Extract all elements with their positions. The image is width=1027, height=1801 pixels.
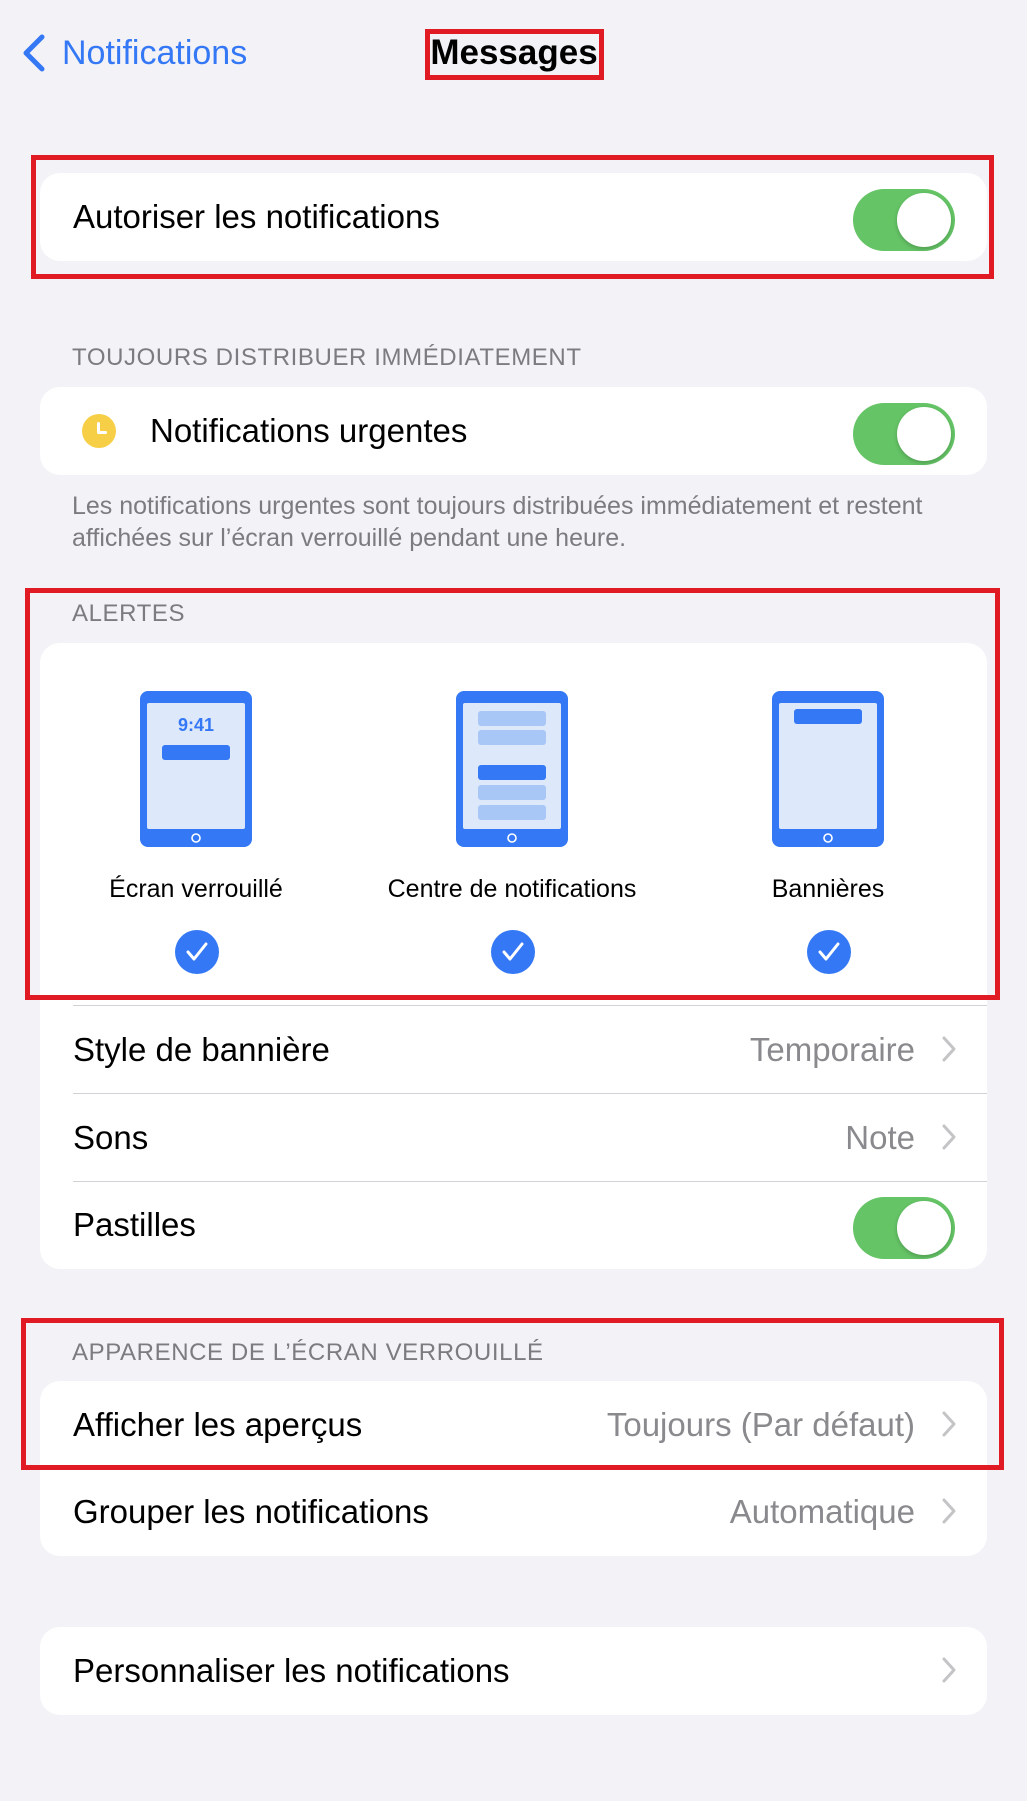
- badges-row: Pastilles: [40, 1181, 987, 1269]
- show-previews-row[interactable]: Afficher les aperçus Toujours (Par défau…: [40, 1381, 987, 1469]
- urgent-footnote: Les notifications urgentes sont toujours…: [72, 492, 923, 552]
- banner-style-row[interactable]: Style de bannière Temporaire: [40, 1006, 987, 1094]
- urgent-notifications-label: Notifications urgentes: [150, 412, 468, 449]
- badges-label: Pastilles: [73, 1206, 196, 1243]
- sounds-value: Note: [845, 1119, 915, 1156]
- banners-device-icon: [772, 691, 884, 847]
- sounds-label: Sons: [73, 1119, 149, 1156]
- allow-notifications-toggle[interactable]: [853, 189, 955, 251]
- back-button[interactable]: Notifications: [22, 30, 247, 76]
- allow-notifications-row: Autoriser les notifications: [40, 173, 987, 261]
- alerts-card: 9:41 Écran verrouillé Centre de notifica…: [40, 643, 987, 1269]
- chevron-right-icon: [942, 1657, 956, 1683]
- banner-style-value: Temporaire: [749, 1031, 915, 1068]
- alert-option-label: Centre de notifications: [387, 875, 637, 903]
- toggle-knob: [897, 193, 951, 247]
- alert-option-banners[interactable]: Bannières: [672, 643, 972, 1003]
- section-header-alerts: ALERTES: [72, 600, 186, 627]
- customize-notifications-label: Personnaliser les notifications: [73, 1652, 510, 1689]
- checkmark-icon: [502, 942, 524, 961]
- chevron-right-icon: [942, 1124, 956, 1150]
- urgent-notifications-row: Notifications urgentes: [40, 387, 987, 475]
- badges-toggle[interactable]: [853, 1197, 955, 1259]
- customize-notifications-row[interactable]: Personnaliser les notifications: [40, 1627, 987, 1715]
- checkmark-icon: [818, 942, 840, 961]
- lock-screen-device-icon: 9:41: [140, 691, 252, 847]
- alert-option-notification-center[interactable]: Centre de notifications: [356, 643, 656, 1003]
- back-label: Notifications: [62, 33, 248, 72]
- sounds-row[interactable]: Sons Note: [40, 1094, 987, 1182]
- urgent-card: Notifications urgentes: [40, 387, 987, 475]
- group-notifications-row[interactable]: Grouper les notifications Automatique: [40, 1468, 987, 1556]
- customize-card: Personnaliser les notifications: [40, 1627, 987, 1715]
- banners-checkbox[interactable]: [807, 930, 851, 974]
- toggle-knob: [897, 1201, 951, 1255]
- notification-center-device-icon: [456, 691, 568, 847]
- show-previews-value: Toujours (Par défaut): [606, 1406, 915, 1443]
- group-notifications-value: Automatique: [729, 1493, 915, 1530]
- chevron-right-icon: [942, 1036, 956, 1062]
- alert-styles: 9:41 Écran verrouillé Centre de notifica…: [40, 643, 987, 1003]
- alert-option-lock-screen[interactable]: 9:41 Écran verrouillé: [40, 643, 340, 1003]
- section-header-lock-screen: APPARENCE DE L’ÉCRAN VERROUILLÉ: [72, 1339, 544, 1366]
- urgent-notifications-toggle[interactable]: [853, 403, 955, 465]
- checkmark-icon: [186, 942, 208, 961]
- lock-screen-time: 9:41: [178, 715, 214, 735]
- group-notifications-label: Grouper les notifications: [73, 1493, 429, 1530]
- clock-icon: [82, 414, 116, 448]
- chevron-right-icon: [942, 1498, 956, 1524]
- alert-option-label: Bannières: [771, 875, 885, 903]
- allow-notifications-label: Autoriser les notifications: [73, 198, 440, 235]
- chevron-left-icon: [23, 34, 45, 72]
- page-title: Messages: [430, 33, 598, 72]
- banner-style-label: Style de bannière: [73, 1031, 330, 1068]
- allow-notifications-card: Autoriser les notifications: [40, 173, 987, 261]
- lock-screen-card: Afficher les aperçus Toujours (Par défau…: [40, 1381, 987, 1556]
- section-header-urgent: TOUJOURS DISTRIBUER IMMÉDIATEMENT: [72, 344, 582, 371]
- chevron-right-icon: [942, 1411, 956, 1437]
- notification-center-checkbox[interactable]: [491, 930, 535, 974]
- toggle-knob: [897, 407, 951, 461]
- lock-screen-checkbox[interactable]: [175, 930, 219, 974]
- show-previews-label: Afficher les aperçus: [73, 1406, 363, 1443]
- alert-option-label: Écran verrouillé: [109, 875, 283, 903]
